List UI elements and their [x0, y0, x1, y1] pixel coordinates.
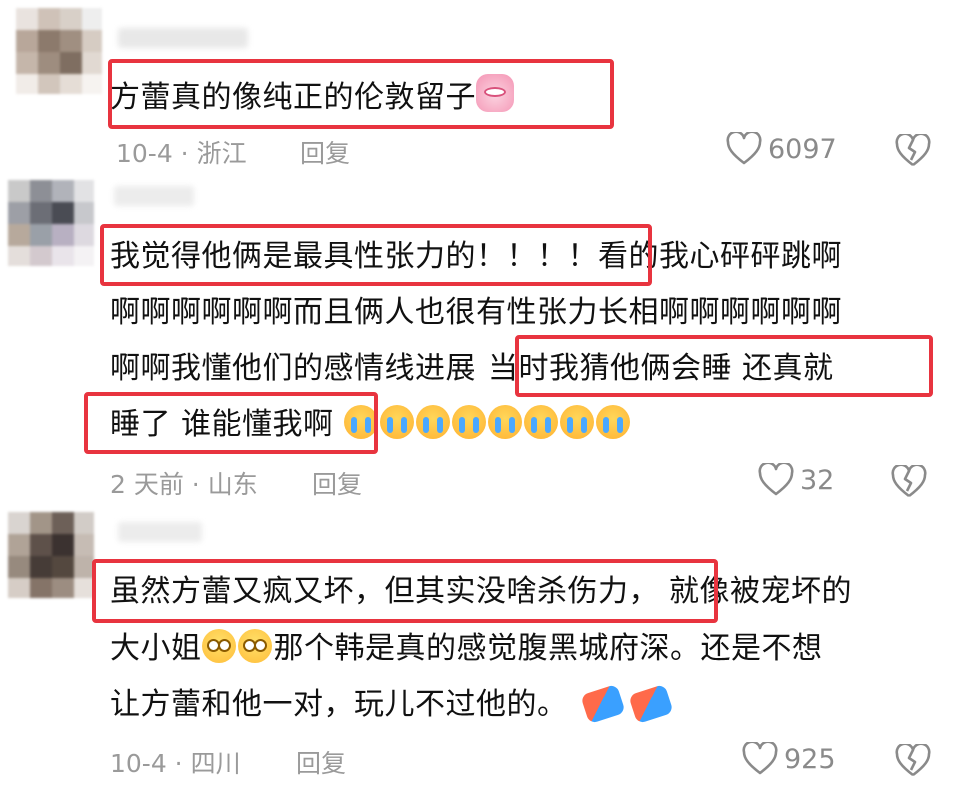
date-location: 2 天前 · 山东: [110, 470, 258, 499]
heart-outline-icon: [742, 742, 778, 775]
comment-text-line-2: 大小姐 那个韩是真的感觉腹黑城府深。还是不想: [110, 629, 823, 666]
crying-face-emoji: [379, 405, 414, 439]
date-location: 10-4 · 浙江: [116, 139, 247, 168]
date-location: 10-4 · 四川: [110, 749, 241, 778]
username[interactable]: [118, 28, 248, 48]
crying-face-emoji: [487, 405, 522, 439]
reply-button[interactable]: 回复: [312, 465, 362, 501]
broken-heart-icon[interactable]: [894, 134, 932, 168]
crying-face-emoji: [559, 405, 594, 439]
like-count: 32: [800, 464, 835, 496]
avatar[interactable]: [16, 8, 102, 94]
highlight-box: [100, 224, 652, 286]
highlight-box: [515, 335, 933, 397]
like-count: 6097: [768, 133, 837, 165]
broken-heart-icon[interactable]: [894, 744, 932, 778]
heart-outline-icon: [726, 132, 762, 165]
like-count: 925: [784, 743, 836, 775]
highlight-box: [92, 559, 718, 623]
like-button[interactable]: 925: [742, 742, 836, 776]
flushed-face-emoji: [237, 629, 272, 663]
crying-face-emoji: [523, 405, 558, 439]
highlight-box: [108, 59, 614, 129]
crying-face-emoji: [451, 405, 486, 439]
flushed-face-emoji: [201, 629, 236, 663]
like-button[interactable]: 32: [758, 463, 834, 497]
crying-face-emoji: [595, 405, 630, 439]
comment-text-line-2: 啊啊啊啊啊啊而且俩人也很有性张力长相啊啊啊啊啊啊: [110, 295, 842, 330]
avatar[interactable]: [8, 512, 94, 598]
username[interactable]: [114, 186, 194, 206]
reply-button[interactable]: 回复: [296, 744, 346, 780]
comment-text-line-3: 让方蕾和他一对，玩儿不过他的。: [110, 683, 674, 726]
fainting-person-emoji: [627, 683, 674, 725]
avatar[interactable]: [8, 180, 94, 266]
fainting-person-emoji: [579, 683, 626, 725]
broken-heart-icon[interactable]: [890, 465, 928, 499]
highlight-box: [84, 392, 378, 454]
crying-face-emoji: [415, 405, 450, 439]
reply-button[interactable]: 回复: [300, 134, 350, 170]
username[interactable]: [118, 522, 202, 542]
like-button[interactable]: 6097: [726, 132, 837, 166]
heart-outline-icon: [758, 463, 794, 496]
